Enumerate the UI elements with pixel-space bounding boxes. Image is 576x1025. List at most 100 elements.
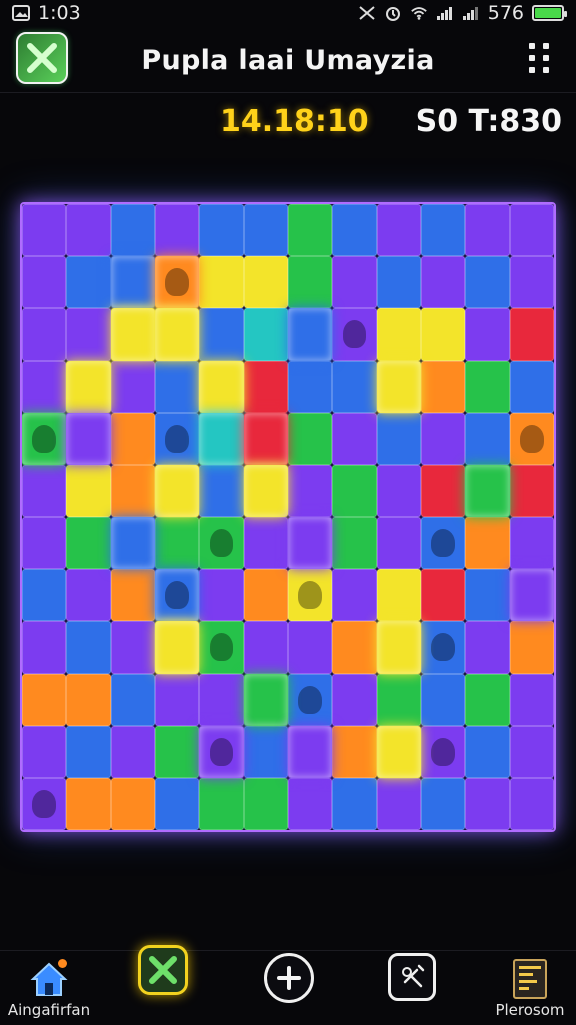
puzzle-piece[interactable]	[332, 569, 377, 622]
puzzle-piece[interactable]	[420, 308, 466, 361]
puzzle-piece[interactable]	[465, 360, 510, 413]
puzzle-piece[interactable]	[22, 464, 67, 517]
puzzle-piece[interactable]	[420, 621, 466, 674]
puzzle-piece[interactable]	[420, 360, 466, 413]
puzzle-piece[interactable]	[287, 464, 333, 517]
puzzle-piece[interactable]	[509, 464, 554, 517]
puzzle-piece[interactable]	[420, 204, 466, 257]
puzzle-piece[interactable]	[376, 256, 421, 309]
puzzle-piece[interactable]	[243, 725, 288, 778]
puzzle-piece[interactable]	[332, 673, 377, 726]
puzzle-piece[interactable]	[509, 204, 554, 257]
puzzle-piece[interactable]	[66, 621, 111, 674]
nav-add[interactable]	[262, 951, 316, 1025]
puzzle-piece[interactable]	[465, 777, 510, 830]
puzzle-piece[interactable]	[287, 569, 333, 622]
puzzle-piece[interactable]	[22, 204, 67, 257]
puzzle-piece[interactable]	[154, 360, 200, 413]
puzzle-piece[interactable]	[110, 725, 155, 778]
puzzle-piece[interactable]	[66, 517, 111, 570]
puzzle-piece[interactable]	[243, 464, 288, 517]
puzzle-piece[interactable]	[420, 256, 466, 309]
puzzle-piece[interactable]	[509, 569, 554, 622]
puzzle-piece[interactable]	[509, 360, 554, 413]
puzzle-piece[interactable]	[509, 777, 554, 830]
puzzle-piece[interactable]	[66, 412, 111, 465]
puzzle-piece[interactable]	[332, 412, 377, 465]
puzzle-piece[interactable]	[154, 725, 200, 778]
puzzle-piece[interactable]	[376, 673, 421, 726]
puzzle-piece[interactable]	[199, 308, 244, 361]
puzzle-piece[interactable]	[154, 464, 200, 517]
puzzle-piece[interactable]	[509, 621, 554, 674]
puzzle-piece[interactable]	[376, 464, 421, 517]
puzzle-piece[interactable]	[465, 308, 510, 361]
puzzle-piece[interactable]	[376, 360, 421, 413]
puzzle-piece[interactable]	[110, 517, 155, 570]
puzzle-piece[interactable]	[110, 673, 155, 726]
puzzle-board[interactable]	[20, 202, 556, 832]
puzzle-piece[interactable]	[420, 673, 466, 726]
puzzle-piece[interactable]	[420, 777, 466, 830]
puzzle-piece[interactable]	[509, 673, 554, 726]
puzzle-piece[interactable]	[465, 517, 510, 570]
puzzle-piece[interactable]	[509, 725, 554, 778]
puzzle-piece[interactable]	[243, 412, 288, 465]
puzzle-piece[interactable]	[199, 621, 244, 674]
puzzle-piece[interactable]	[332, 517, 377, 570]
puzzle-piece[interactable]	[332, 256, 377, 309]
app-icon-button[interactable]	[16, 32, 68, 84]
puzzle-piece[interactable]	[376, 725, 421, 778]
puzzle-piece[interactable]	[199, 777, 244, 830]
puzzle-piece[interactable]	[287, 517, 333, 570]
puzzle-piece[interactable]	[199, 464, 244, 517]
puzzle-piece[interactable]	[287, 725, 333, 778]
puzzle-piece[interactable]	[332, 308, 377, 361]
puzzle-piece[interactable]	[110, 360, 155, 413]
puzzle-piece[interactable]	[465, 621, 510, 674]
puzzle-piece[interactable]	[110, 621, 155, 674]
puzzle-piece[interactable]	[199, 204, 244, 257]
puzzle-piece[interactable]	[243, 308, 288, 361]
nav-puzzle[interactable]	[134, 945, 192, 1025]
puzzle-piece[interactable]	[287, 308, 333, 361]
puzzle-piece[interactable]	[509, 412, 554, 465]
puzzle-piece[interactable]	[66, 308, 111, 361]
puzzle-piece[interactable]	[243, 517, 288, 570]
puzzle-piece[interactable]	[243, 204, 288, 257]
puzzle-piece[interactable]	[376, 569, 421, 622]
puzzle-piece[interactable]	[66, 204, 111, 257]
puzzle-piece[interactable]	[154, 673, 200, 726]
puzzle-piece[interactable]	[66, 256, 111, 309]
puzzle-piece[interactable]	[376, 412, 421, 465]
puzzle-piece[interactable]	[22, 777, 67, 830]
puzzle-piece[interactable]	[332, 725, 377, 778]
puzzle-piece[interactable]	[376, 517, 421, 570]
puzzle-piece[interactable]	[110, 204, 155, 257]
puzzle-piece[interactable]	[66, 360, 111, 413]
puzzle-piece[interactable]	[332, 360, 377, 413]
menu-button[interactable]	[526, 42, 554, 74]
puzzle-piece[interactable]	[154, 621, 200, 674]
puzzle-piece[interactable]	[465, 204, 510, 257]
puzzle-piece[interactable]	[154, 412, 200, 465]
puzzle-piece[interactable]	[243, 256, 288, 309]
puzzle-piece[interactable]	[199, 517, 244, 570]
puzzle-piece[interactable]	[287, 256, 333, 309]
puzzle-piece[interactable]	[509, 517, 554, 570]
puzzle-piece[interactable]	[66, 569, 111, 622]
puzzle-piece[interactable]	[110, 412, 155, 465]
puzzle-piece[interactable]	[243, 621, 288, 674]
puzzle-piece[interactable]	[420, 569, 466, 622]
puzzle-piece[interactable]	[332, 621, 377, 674]
puzzle-piece[interactable]	[199, 725, 244, 778]
puzzle-piece[interactable]	[376, 308, 421, 361]
puzzle-piece[interactable]	[332, 464, 377, 517]
puzzle-piece[interactable]	[110, 256, 155, 309]
puzzle-grid[interactable]	[22, 204, 554, 830]
puzzle-piece[interactable]	[243, 569, 288, 622]
puzzle-piece[interactable]	[66, 464, 111, 517]
puzzle-piece[interactable]	[376, 204, 421, 257]
puzzle-piece[interactable]	[376, 621, 421, 674]
nav-tools[interactable]	[386, 951, 438, 1025]
